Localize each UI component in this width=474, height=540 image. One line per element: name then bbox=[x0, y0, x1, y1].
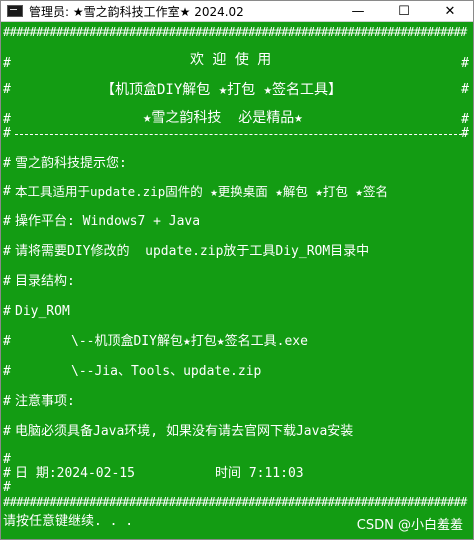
hash-glyph: # bbox=[3, 394, 11, 409]
product-title: 【机顶盒DIY解包 ★打包 ★签名工具】 bbox=[101, 82, 343, 98]
title-bar[interactable]: 管理员: ★雪之韵科技工作室★ 2024.02 — ☐ ✕ bbox=[1, 1, 473, 22]
brand-text: ★雪之韵科技 必是精品★ bbox=[143, 110, 303, 126]
window-title: 管理员: ★雪之韵科技工作室★ 2024.02 bbox=[29, 4, 244, 19]
hash-glyph: # bbox=[3, 364, 11, 379]
hash-glyph: # bbox=[3, 214, 11, 229]
watermark: CSDN @小白羞羞 bbox=[356, 518, 463, 533]
hash-glyph: # bbox=[3, 126, 11, 141]
dir-header: 目录结构: bbox=[15, 274, 75, 289]
hash-glyph: # bbox=[461, 82, 469, 97]
note-header: 注意事项: bbox=[15, 394, 75, 409]
hash-glyph: # bbox=[3, 274, 11, 289]
hash-glyph: # bbox=[3, 56, 11, 71]
continue-prompt[interactable]: 请按任意键继续. . . bbox=[3, 514, 133, 530]
time-label: 时间 7:11:03 bbox=[215, 466, 304, 481]
note-line: 电脑必须具备Java环境, 如果没有请去官网下载Java安装 bbox=[15, 424, 354, 439]
tip-header: 雪之韵科技提示您: bbox=[15, 156, 127, 171]
dir-item-files: \--Jia、Tools、update.zip bbox=[71, 364, 262, 379]
console-window: 管理员: ★雪之韵科技工作室★ 2024.02 — ☐ ✕ ##########… bbox=[0, 0, 474, 540]
close-button[interactable]: ✕ bbox=[427, 1, 473, 21]
hash-glyph: # bbox=[461, 56, 469, 71]
welcome-text: 欢 迎 使 用 bbox=[190, 52, 272, 68]
hash-glyph: # bbox=[3, 244, 11, 259]
tip-line: 本工具适用于update.zip固件的 ★更换桌面 ★解包 ★打包 ★签名 bbox=[15, 184, 388, 199]
hash-glyph: # bbox=[3, 424, 11, 439]
dir-item-exe: \--机顶盒DIY解包★打包★签名工具.exe bbox=[71, 334, 308, 349]
hash-glyph: # bbox=[3, 334, 11, 349]
hash-glyph: # bbox=[3, 304, 11, 319]
hash-glyph: # bbox=[3, 184, 11, 199]
maximize-button[interactable]: ☐ bbox=[381, 1, 427, 21]
window-controls: — ☐ ✕ bbox=[335, 1, 473, 21]
hash-glyph: # bbox=[3, 82, 11, 97]
minimize-button[interactable]: — bbox=[335, 1, 381, 21]
hash-glyph: # bbox=[3, 156, 11, 171]
dir-root: Diy_ROM bbox=[15, 304, 70, 319]
border-top: ########################################… bbox=[3, 25, 467, 39]
date-label: 日 期:2024-02-15 bbox=[15, 466, 135, 481]
border-bottom: ########################################… bbox=[3, 495, 467, 509]
console-icon bbox=[7, 5, 23, 17]
instruction-line: 请将需要DIY修改的 update.zip放于工具Diy_ROM目录中 bbox=[15, 244, 370, 259]
console-output: ########################################… bbox=[1, 22, 473, 539]
platform-line: 操作平台: Windows7 + Java bbox=[15, 214, 201, 229]
separator-line bbox=[15, 134, 467, 135]
